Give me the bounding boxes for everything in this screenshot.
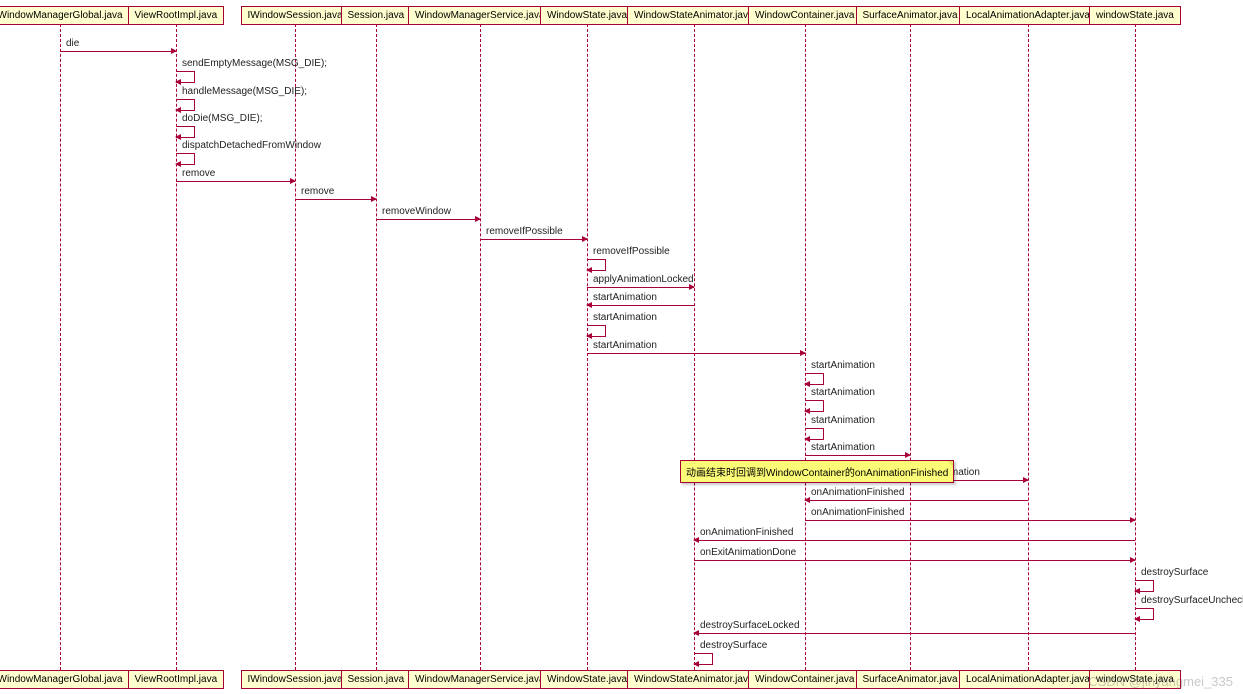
message-arrow (376, 219, 480, 220)
message-arrow (60, 51, 176, 52)
participant-wms: WindowManagerService.java (408, 6, 552, 25)
message-label: startAnimation (593, 340, 657, 351)
note-animation-finished: 动画结束时回调到WindowContainer的onAnimationFinis… (680, 460, 954, 483)
self-call-arrow (176, 153, 195, 165)
participant-laa: LocalAnimationAdapter.java (959, 6, 1097, 25)
lifeline-ses (376, 24, 377, 670)
message-arrow (587, 305, 694, 306)
participant-ses: Session.java (341, 670, 412, 689)
message-arrow (587, 353, 805, 354)
message-label: sendEmptyMessage(MSG_DIE); (182, 58, 327, 69)
lifeline-ws2 (1135, 24, 1136, 670)
participant-wmg: WindowManagerGlobal.java (0, 670, 130, 689)
lifeline-iws (295, 24, 296, 670)
message-label: startAnimation (811, 387, 875, 398)
participant-wc: WindowContainer.java (748, 670, 862, 689)
self-call-arrow (694, 653, 713, 665)
message-label: startAnimation (593, 292, 657, 303)
participant-sa: SurfaceAnimator.java (856, 670, 965, 689)
self-call-arrow (176, 71, 195, 83)
message-label: onAnimationFinished (811, 487, 904, 498)
self-call-arrow (587, 259, 606, 271)
participant-sa: SurfaceAnimator.java (856, 6, 965, 25)
message-arrow (295, 199, 376, 200)
participant-ses: Session.java (341, 6, 412, 25)
message-label: startAnimation (593, 312, 657, 323)
participant-wsa: WindowStateAnimator.java (627, 670, 761, 689)
lifeline-laa (1028, 24, 1029, 670)
message-label: onAnimationFinished (700, 527, 793, 538)
message-arrow (694, 560, 1135, 561)
message-label: removeIfPossible (593, 246, 670, 257)
message-label: destroySurfaceLocked (700, 620, 800, 631)
participant-wmg: WindowManagerGlobal.java (0, 6, 130, 25)
lifeline-sa (910, 24, 911, 670)
message-label: applyAnimationLocked (593, 274, 694, 285)
message-label: destroySurface (1141, 567, 1208, 578)
self-call-arrow (805, 428, 824, 440)
message-arrow (805, 520, 1135, 521)
message-arrow (694, 540, 1135, 541)
lifeline-wms (480, 24, 481, 670)
participant-ws2: windowState.java (1089, 6, 1181, 25)
self-call-arrow (176, 126, 195, 138)
self-call-arrow (1135, 580, 1154, 592)
participant-wms: WindowManagerService.java (408, 670, 552, 689)
message-label: startAnimation (811, 360, 875, 371)
participant-wsa: WindowStateAnimator.java (627, 6, 761, 25)
message-label: removeIfPossible (486, 226, 563, 237)
message-label: removeWindow (382, 206, 451, 217)
message-label: remove (301, 186, 334, 197)
message-arrow (176, 181, 295, 182)
watermark: CSDN @jinyangmei_335 (1088, 674, 1233, 689)
participant-vri: ViewRootImpl.java (128, 670, 225, 689)
lifeline-ws (587, 24, 588, 670)
participant-iws: IWindowSession.java (241, 6, 350, 25)
participant-ws: WindowState.java (540, 670, 634, 689)
self-call-arrow (805, 373, 824, 385)
lifeline-wc (805, 24, 806, 670)
self-call-arrow (587, 325, 606, 337)
lifeline-wsa (694, 24, 695, 670)
message-arrow (480, 239, 587, 240)
message-label: dispatchDetachedFromWindow (182, 140, 321, 151)
participant-wc: WindowContainer.java (748, 6, 862, 25)
participant-laa: LocalAnimationAdapter.java (959, 670, 1097, 689)
participant-vri: ViewRootImpl.java (128, 6, 225, 25)
message-label: destroySurface (700, 640, 767, 651)
lifeline-vri (176, 24, 177, 670)
message-label: onAnimationFinished (811, 507, 904, 518)
participant-iws: IWindowSession.java (241, 670, 350, 689)
message-arrow (805, 500, 1028, 501)
message-label: remove (182, 168, 215, 179)
lifeline-wmg (60, 24, 61, 670)
message-arrow (805, 455, 910, 456)
message-arrow (694, 633, 1135, 634)
message-label: startAnimation (811, 442, 875, 453)
message-label: die (66, 38, 79, 49)
self-call-arrow (176, 99, 195, 111)
message-label: handleMessage(MSG_DIE); (182, 86, 307, 97)
message-label: startAnimation (811, 415, 875, 426)
message-label: doDie(MSG_DIE); (182, 113, 263, 124)
self-call-arrow (805, 400, 824, 412)
self-call-arrow (1135, 608, 1154, 620)
message-arrow (587, 287, 694, 288)
message-label: destroySurfaceUnchecked (1141, 595, 1243, 606)
message-label: onExitAnimationDone (700, 547, 796, 558)
participant-ws: WindowState.java (540, 6, 634, 25)
